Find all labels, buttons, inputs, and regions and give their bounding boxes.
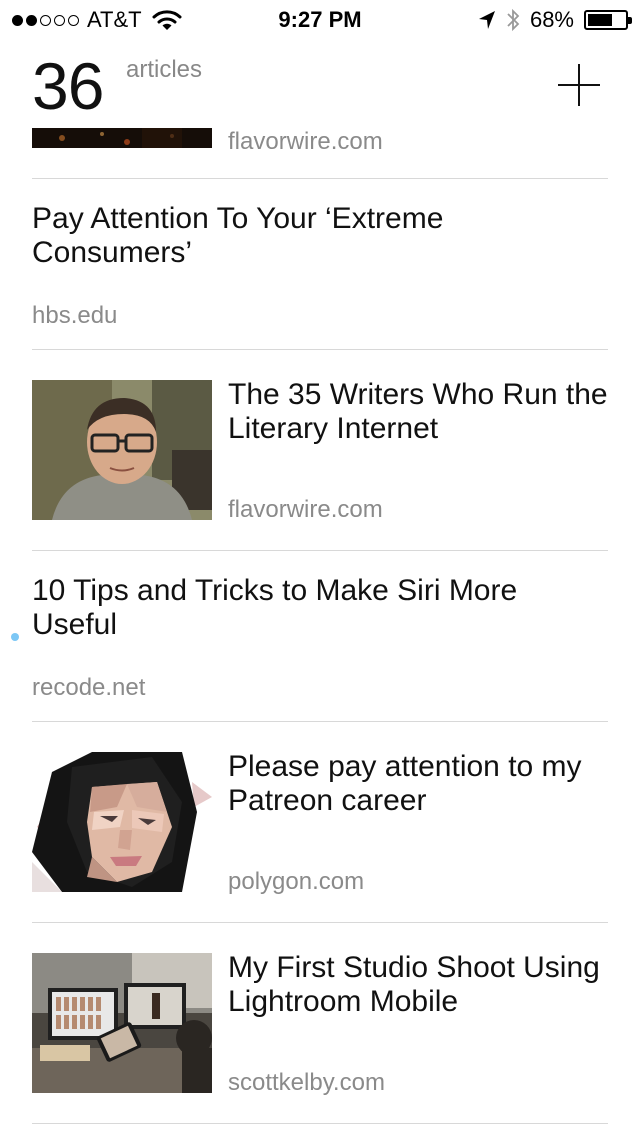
article-list: flavorwire.com Pay Attention To Your ‘Ex… [0, 128, 640, 1124]
list-item[interactable]: Pay Attention To Your ‘Extreme Consumers… [32, 179, 608, 350]
battery-fill [588, 14, 613, 26]
article-source: flavorwire.com [228, 128, 383, 155]
status-bar: AT&T 9:27 PM 68% [0, 0, 640, 40]
list-item[interactable]: flavorwire.com [32, 128, 608, 179]
location-arrow-icon [478, 11, 495, 29]
list-item[interactable]: 10 Tips and Tricks to Make Siri More Use… [11, 551, 608, 722]
reading-list-screen: AT&T 9:27 PM 68% 36 articles flavorwire.… [0, 0, 640, 1136]
article-source: hbs.edu [32, 302, 118, 329]
battery-icon [584, 10, 632, 30]
article-source: flavorwire.com [228, 496, 383, 523]
article-source: scottkelby.com [228, 1069, 385, 1096]
status-right: 68% [478, 7, 632, 33]
article-thumbnail [32, 128, 212, 148]
bluetooth-icon [507, 8, 520, 32]
list-item[interactable]: My First Studio Shoot Using Lightroom Mo… [32, 923, 608, 1124]
article-count-label: articles [126, 56, 203, 83]
article-title: My First Studio Shoot Using Lightroom Mo… [228, 951, 600, 1018]
article-source: polygon.com [228, 868, 365, 895]
battery-percentage: 68% [529, 7, 574, 32]
add-button[interactable] [556, 62, 602, 108]
article-thumbnail [32, 953, 212, 1093]
list-item[interactable]: The 35 Writers Who Run the Literary Inte… [32, 350, 608, 551]
article-count: 36 [32, 49, 104, 123]
article-title: 10 Tips and Tricks to Make Siri More Use… [32, 574, 518, 641]
article-source: recode.net [32, 674, 146, 701]
article-thumbnail [32, 752, 212, 892]
article-thumbnail [32, 380, 212, 520]
article-title: Please pay attention to my Patreon caree… [228, 750, 582, 817]
article-title: The 35 Writers Who Run the Literary Inte… [228, 378, 608, 445]
list-header: 36 articles [0, 40, 640, 128]
unread-indicator [11, 633, 19, 641]
list-item[interactable]: Please pay attention to my Patreon caree… [32, 722, 608, 923]
article-title: Pay Attention To Your ‘Extreme Consumers… [32, 202, 444, 269]
